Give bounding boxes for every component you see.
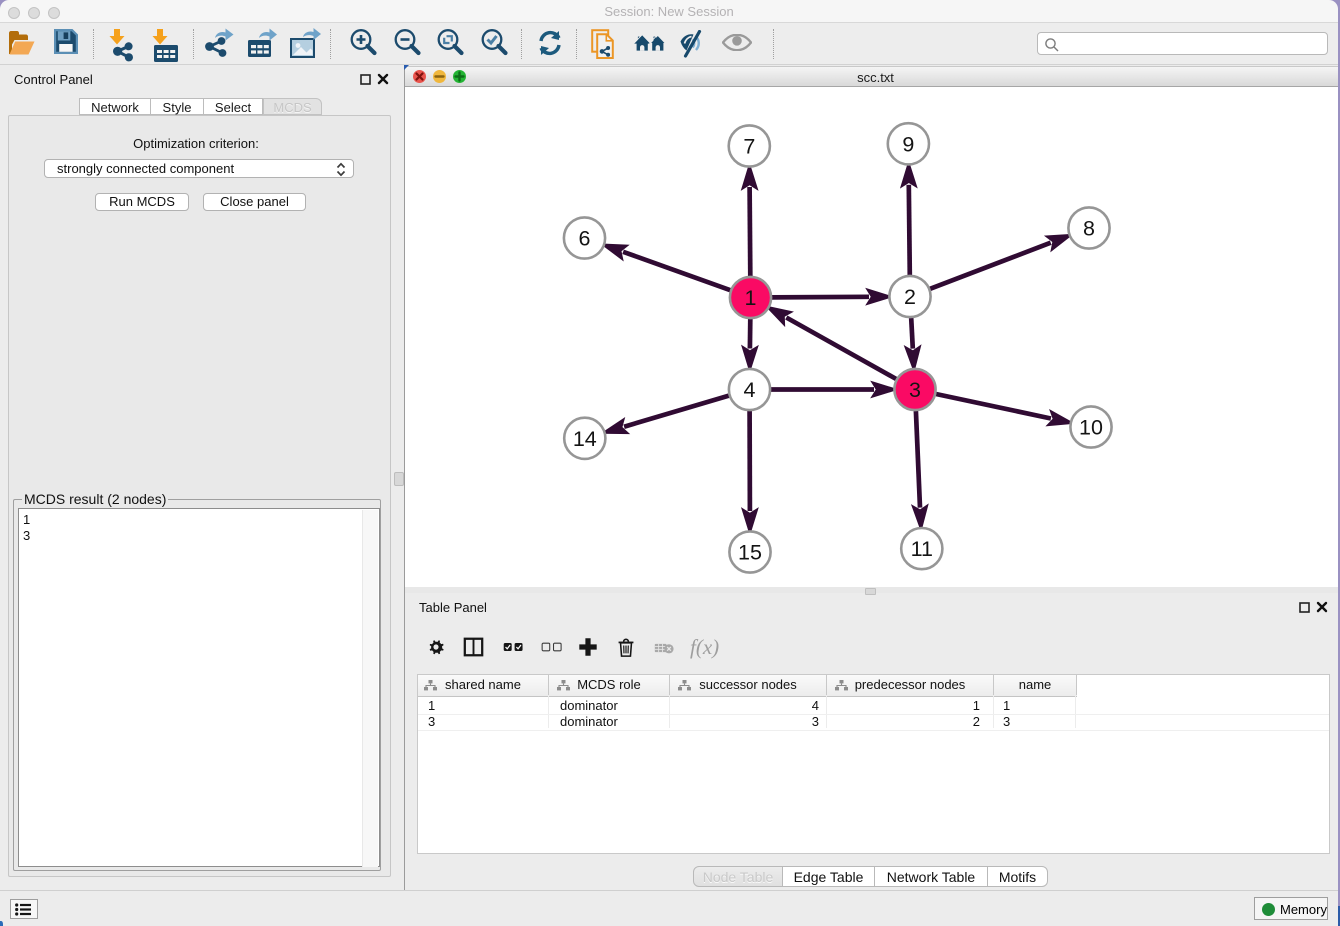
svg-text:6: 6 — [579, 227, 591, 251]
svg-text:1: 1 — [745, 286, 757, 310]
svg-text:3: 3 — [909, 378, 921, 402]
svg-text:10: 10 — [1079, 416, 1103, 440]
svg-text:14: 14 — [573, 427, 597, 451]
svg-text:9: 9 — [902, 132, 914, 156]
svg-text:11: 11 — [911, 537, 933, 561]
svg-text:2: 2 — [904, 285, 916, 309]
svg-text:15: 15 — [738, 541, 762, 565]
svg-text:7: 7 — [743, 135, 755, 159]
svg-text:8: 8 — [1083, 217, 1095, 241]
svg-text:4: 4 — [744, 378, 756, 402]
